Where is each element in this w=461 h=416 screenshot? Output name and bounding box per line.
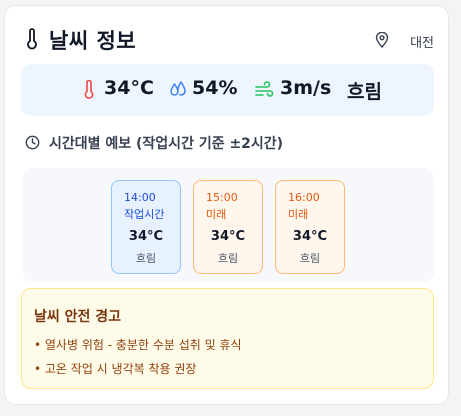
wind-value: 3m/s bbox=[280, 77, 332, 99]
forecast-temp: 34°C bbox=[210, 229, 246, 244]
clock-icon bbox=[25, 135, 40, 150]
wind-icon bbox=[255, 81, 274, 97]
weather-summary: 34°C 54% 3m/s 흐림 bbox=[21, 64, 434, 116]
droplets-icon bbox=[170, 81, 186, 96]
forecast-tag: 작업시간 bbox=[124, 208, 165, 221]
weather-card: 날씨 정보 대전 34°C 54% 3m/s 흐림 시간대별 예보 (작업시간 … bbox=[4, 5, 449, 405]
forecast-condition: 흐림 bbox=[217, 252, 239, 265]
thermometer-icon bbox=[84, 80, 94, 99]
location-name: 대전 bbox=[410, 36, 434, 51]
forecast-condition: 흐림 bbox=[299, 252, 321, 265]
forecast-time: 14:00 bbox=[124, 191, 156, 204]
location: 대전 bbox=[364, 31, 434, 51]
humidity-summary: 54% bbox=[169, 77, 244, 103]
condition-summary: 흐림 bbox=[347, 77, 387, 103]
warning-item: • 고온 작업 시 냉각복 착용 권장 bbox=[34, 362, 197, 376]
forecast-title-text: 시간대별 예보 (작업시간 기준 ±2시간) bbox=[49, 136, 284, 152]
hourly-forecast: 14:00 작업시간 34°C 흐림 15:00 미래 34°C 흐림 16:0… bbox=[23, 168, 434, 282]
wind-summary: 3m/s bbox=[254, 77, 334, 103]
forecast-temp: 34°C bbox=[128, 229, 164, 244]
forecast-condition: 흐림 bbox=[135, 252, 157, 265]
forecast-title: 시간대별 예보 (작업시간 기준 ±2시간) bbox=[25, 133, 325, 153]
temperature-summary: 34°C bbox=[83, 77, 154, 103]
forecast-item-1600: 16:00 미래 34°C 흐림 bbox=[275, 180, 345, 274]
page-title: 날씨 정보 bbox=[49, 29, 137, 53]
humidity-value: 54% bbox=[192, 77, 238, 99]
warning-title: 날씨 안전 경고 bbox=[34, 309, 122, 325]
forecast-tag: 미래 bbox=[288, 208, 309, 221]
forecast-time: 16:00 bbox=[288, 191, 320, 204]
forecast-tag: 미래 bbox=[206, 208, 227, 221]
weather-header: 날씨 정보 대전 bbox=[25, 24, 434, 54]
safety-warning: 날씨 안전 경고 • 열사병 위험 - 충분한 수분 섭취 및 휴식 • 고온 … bbox=[21, 288, 434, 389]
condition-value: 흐림 bbox=[347, 81, 382, 103]
forecast-time: 15:00 bbox=[206, 191, 238, 204]
forecast-temp: 34°C bbox=[292, 229, 328, 244]
forecast-item-1500: 15:00 미래 34°C 흐림 bbox=[193, 180, 263, 274]
map-pin-icon bbox=[375, 32, 389, 48]
warning-item: • 열사병 위험 - 충분한 수분 섭취 및 휴식 bbox=[34, 338, 242, 352]
forecast-item-1400: 14:00 작업시간 34°C 흐림 bbox=[111, 180, 181, 274]
thermometer-icon bbox=[27, 28, 37, 50]
temperature-value: 34°C bbox=[104, 77, 154, 99]
